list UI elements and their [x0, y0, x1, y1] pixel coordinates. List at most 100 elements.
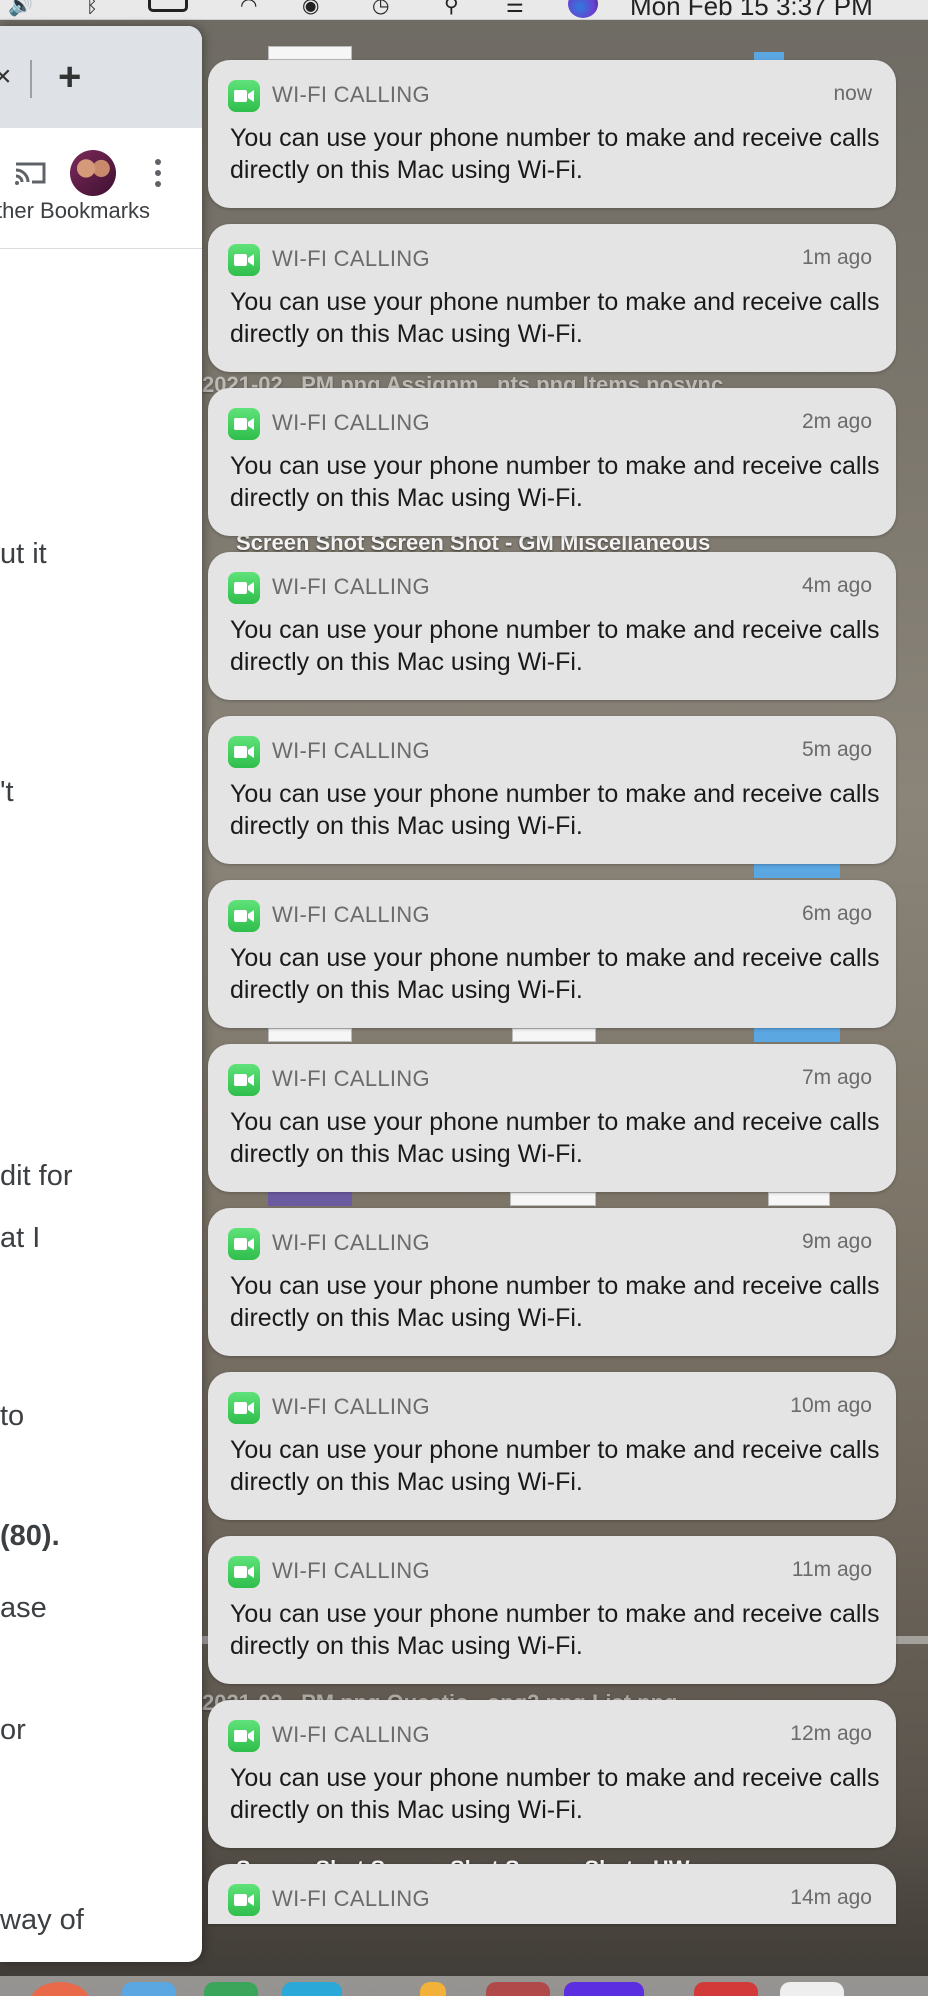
notification-message: You can use your phone number to make an…	[230, 452, 880, 512]
notification-message: You can use your phone number to make an…	[230, 1436, 880, 1496]
time-machine-icon[interactable]: ◷	[372, 0, 389, 16]
notification-app-name: WI-FI CALLING	[272, 1066, 430, 1091]
dock-app-icon[interactable]	[122, 1982, 176, 1996]
notification-message: You can use your phone number to make an…	[230, 124, 880, 184]
dock-app-icon[interactable]	[282, 1982, 342, 1996]
page-text-fragment: dit for	[0, 1160, 73, 1192]
desktop-folder-thumbnail[interactable]	[754, 1028, 840, 1042]
desktop-folder-thumbnail[interactable]	[754, 864, 840, 878]
notification-app-name: WI-FI CALLING	[272, 82, 430, 107]
other-bookmarks-link[interactable]: ther Bookmarks	[0, 198, 150, 224]
notification-message: You can use your phone number to make an…	[230, 616, 880, 676]
notification-card[interactable]: WI-FI CALLING 4m ago You can use your phon…	[208, 552, 896, 700]
dock-app-icon[interactable]	[30, 1982, 90, 1996]
volume-icon[interactable]: 🔊	[8, 0, 33, 16]
notification-card[interactable]: WI-FI CALLING 5m ago You can use your phon…	[208, 716, 896, 864]
notification-time: now	[833, 82, 872, 105]
notification-time: 5m ago	[801, 738, 872, 761]
notification-app-name: WI-FI CALLING	[272, 1394, 430, 1419]
notification-card[interactable]: WI-FI CALLING 6m ago You can use your phon…	[208, 880, 896, 1028]
notification-time: 1m ago	[801, 246, 872, 269]
bookmarks-divider	[0, 248, 202, 249]
dock-app-icon[interactable]	[420, 1982, 446, 1996]
notification-message: You can use your phone number to make an…	[230, 780, 880, 840]
notification-app-name: WI-FI CALLING	[272, 1722, 430, 1747]
close-tab-icon[interactable]: ×	[0, 60, 12, 94]
notification-app-name: WI-FI CALLING	[272, 1230, 430, 1255]
dock	[0, 1976, 928, 1996]
page-text-fragment: or	[0, 1714, 26, 1746]
siri-icon[interactable]	[568, 0, 598, 18]
notification-app-name: WI-FI CALLING	[272, 574, 430, 599]
desktop-file-thumbnail[interactable]	[510, 1192, 596, 1206]
facetime-icon	[228, 1720, 260, 1752]
dock-app-icon[interactable]	[486, 1982, 550, 1996]
page-text-fragment: way of	[0, 1904, 84, 1936]
tab-divider	[30, 60, 32, 98]
notification-card[interactable]: WI-FI CALLING 2m ago You can use your phon…	[208, 388, 896, 536]
page-text-fragment: to	[0, 1400, 25, 1432]
desktop-file-thumbnail[interactable]	[512, 1028, 596, 1042]
notification-card[interactable]: WI-FI CALLING 1m ago You can use your phon…	[208, 224, 896, 372]
notification-message: You can use your phone number to make an…	[230, 288, 880, 348]
control-center-icon[interactable]: ☰	[506, 0, 524, 16]
facetime-icon	[228, 408, 260, 440]
dock-app-icon[interactable]	[564, 1982, 644, 1996]
user-icon[interactable]: ◉	[302, 0, 319, 16]
cast-icon[interactable]	[14, 160, 46, 186]
dock-app-icon[interactable]	[780, 1982, 844, 1996]
notification-app-name: WI-FI CALLING	[272, 410, 430, 435]
facetime-icon	[228, 1064, 260, 1096]
desktop-file-thumbnail[interactable]	[268, 1028, 352, 1042]
desktop-file-thumbnail[interactable]	[268, 46, 352, 60]
facetime-icon	[228, 244, 260, 276]
facetime-icon	[228, 1392, 260, 1424]
page-text-fragment: 't	[0, 776, 14, 808]
browser-window: × + ther Bookmarks ut it 't dit for at I to (…	[0, 26, 202, 1962]
page-text-fragment: ase	[0, 1592, 47, 1624]
facetime-icon	[228, 572, 260, 604]
notification-app-name: WI-FI CALLING	[272, 1886, 430, 1911]
dock-app-icon[interactable]	[694, 1982, 758, 1996]
dock-app-icon[interactable]	[204, 1982, 258, 1996]
notification-card[interactable]: WI-FI CALLING 14m ago	[208, 1864, 896, 1924]
desktop-file-thumbnail[interactable]	[768, 1192, 830, 1206]
notification-card[interactable]: WI-FI CALLING 9m ago You can use your phon…	[208, 1208, 896, 1356]
facetime-icon	[228, 736, 260, 768]
notification-time: 10m ago	[790, 1394, 872, 1417]
menu-bar-clock[interactable]: Mon Feb 15 3:37 PM	[630, 0, 873, 19]
page-text-fragment: (80).	[0, 1520, 60, 1552]
notification-card[interactable]: WI-FI CALLING 12m ago You can use your pho…	[208, 1700, 896, 1848]
notification-card[interactable]: WI-FI CALLING now You can use your phone n…	[208, 60, 896, 208]
notification-app-name: WI-FI CALLING	[272, 738, 430, 763]
notification-time: 9m ago	[801, 1230, 872, 1253]
bluetooth-icon[interactable]: ᛒ	[86, 0, 98, 16]
notification-time: 12m ago	[790, 1722, 872, 1745]
notification-time: 7m ago	[801, 1066, 872, 1089]
notification-time: 4m ago	[801, 574, 872, 597]
notification-app-name: WI-FI CALLING	[272, 1558, 430, 1583]
desktop-file-thumbnail[interactable]	[268, 1192, 352, 1206]
notification-message: You can use your phone number to make an…	[230, 1108, 880, 1168]
profile-avatar[interactable]	[70, 150, 116, 196]
facetime-icon	[228, 900, 260, 932]
page-text-fragment: at I	[0, 1222, 41, 1254]
notification-app-name: WI-FI CALLING	[272, 246, 430, 271]
more-menu-icon[interactable]	[150, 156, 166, 190]
notification-message: You can use your phone number to make an…	[230, 944, 880, 1004]
page-text-fragment: ut it	[0, 538, 47, 570]
notification-message: You can use your phone number to make an…	[230, 1764, 880, 1824]
menu-bar: 🔊 ᛒ ◠ ◉ ◷ ⚲ ☰ Mon Feb 15 3:37 PM	[0, 0, 928, 20]
notification-message: You can use your phone number to make an…	[230, 1600, 880, 1660]
notification-app-name: WI-FI CALLING	[272, 902, 430, 927]
new-tab-button[interactable]: +	[58, 54, 81, 100]
battery-icon[interactable]	[148, 0, 188, 12]
notification-time: 2m ago	[801, 410, 872, 433]
notification-card[interactable]: WI-FI CALLING 11m ago You can use your pho…	[208, 1536, 896, 1684]
search-icon[interactable]: ⚲	[444, 0, 459, 16]
facetime-icon	[228, 1884, 260, 1916]
notification-card[interactable]: WI-FI CALLING 10m ago You can use your pho…	[208, 1372, 896, 1520]
notification-card[interactable]: WI-FI CALLING 7m ago You can use your phon…	[208, 1044, 896, 1192]
wifi-icon[interactable]: ◠	[240, 0, 257, 16]
notification-time: 14m ago	[790, 1886, 872, 1909]
